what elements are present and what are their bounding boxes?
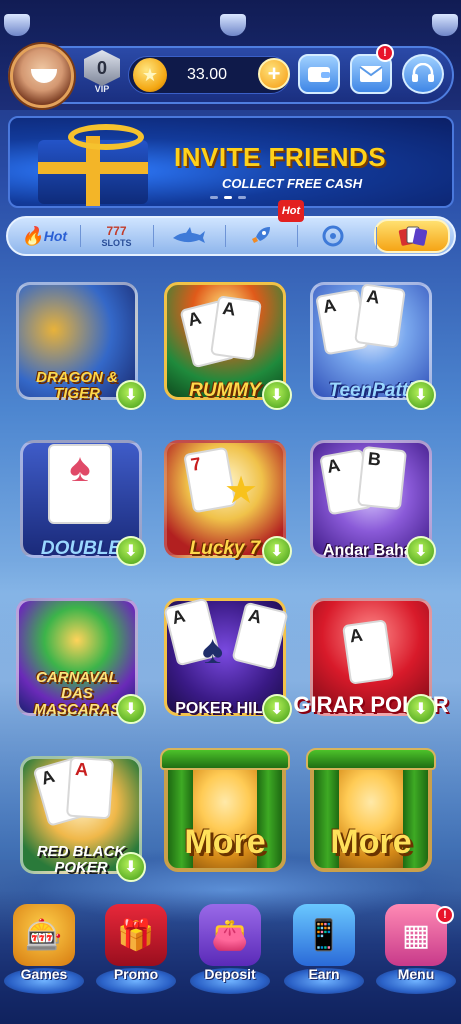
wallet-button[interactable] [298,54,340,94]
game-title: More [184,823,266,861]
invite-banner[interactable]: INVITE FRIENDS COLLECT FREE CASH [8,116,454,208]
rocket-icon [252,227,271,243]
download-icon[interactable]: ⬇ [116,694,146,724]
download-icon[interactable]: ⬇ [406,380,436,410]
download-icon[interactable]: ⬇ [262,380,292,410]
game-title: TeenPatti [328,380,414,401]
support-button[interactable] [402,54,444,94]
headset-icon [412,63,434,82]
game-title: Lucky 7 [189,538,261,559]
tab-wheel[interactable] [297,219,369,253]
category-tabs: 🔥 Hot 777 SLOTS [6,216,456,256]
download-icon[interactable]: ⬇ [406,536,436,566]
nav-label: Promo [113,966,159,982]
download-icon[interactable]: ⬇ [262,536,292,566]
download-icon[interactable]: ⬇ [262,694,292,724]
card-b-icon: B [356,445,408,511]
tab-hot-label: Hot [43,228,68,244]
nav-label: Deposit [204,966,256,982]
star-icon: ★ [224,470,259,512]
curtain-top [160,748,290,770]
vip-level: 0 [84,50,120,86]
stage-lamp-icon [220,14,246,36]
card-ace-icon: A [342,619,394,685]
nav-deposit[interactable]: 👛 Deposit [186,900,274,1000]
gift-icon: 🎁 [105,904,167,966]
phone-coins-icon: 📱 [293,904,355,966]
cards-icon [398,226,427,246]
menu-notification-badge: ! [436,906,454,924]
card-ace-icon: A [210,295,262,361]
spade-card-icon: ♠ [48,444,112,524]
game-title: More [330,823,412,861]
banner-subtitle: COLLECT FREE CASH [222,176,363,191]
banner-pagination [210,196,246,199]
tab-slots-label: SLOTS [101,238,132,248]
game-title: Andar Bahar [322,542,420,559]
wheel-icon [322,225,344,247]
avatar-smile [31,69,57,83]
spade-icon: ♠ [202,628,224,672]
gift-bow-icon [68,124,144,150]
add-funds-button[interactable]: + [258,58,290,90]
game-title: RUMMY [189,380,261,401]
download-icon[interactable]: ⬇ [116,852,146,882]
pagination-dot[interactable] [210,196,218,199]
pagination-dot-active[interactable] [224,196,232,199]
wallet-icon: 👛 [199,904,261,966]
avatar[interactable] [10,44,74,108]
nav-label: Games [20,966,68,982]
nav-label: Menu [397,966,435,982]
tab-fishing[interactable] [152,219,225,253]
vip-badge[interactable]: 0 VIP [82,50,122,102]
download-icon[interactable]: ⬇ [116,536,146,566]
game-tile-more[interactable]: More [160,748,290,882]
game-title: POKER HILO [175,700,275,717]
balance-value: 33.00 [187,66,228,83]
stage-lamp-icon [4,14,30,36]
slot-machine-icon: 🎰 [13,904,75,966]
tab-hot[interactable]: 🔥 Hot [8,219,80,253]
nav-earn[interactable]: 📱 Earn [280,900,368,1000]
curtain-top [306,748,436,770]
nav-label: Earn [308,966,340,982]
slot-machine-icon: 777 [106,224,127,238]
nav-promo[interactable]: 🎁 Promo [92,900,180,1000]
card-ace-icon: A [65,756,115,820]
banner-title: INVITE FRIENDS [174,142,387,172]
wallet-icon [308,67,330,82]
nav-games[interactable]: 🎰 Games [0,900,88,1000]
pagination-dot[interactable] [238,196,246,199]
tab-slots[interactable]: 777 SLOTS [80,219,152,253]
stage-lamp-icon [432,14,458,36]
star-coin-icon: ★ [133,58,167,92]
hot-badge: Hot [278,200,304,222]
mail-notification-badge: ! [376,44,394,62]
download-icon[interactable]: ⬇ [406,694,436,724]
flame-icon: 🔥 [21,225,44,246]
game-tile-more[interactable]: More [306,748,436,882]
shark-icon [172,227,205,243]
card-ace-icon: A [354,283,406,349]
tab-crash[interactable] [224,219,297,253]
tab-cards[interactable] [373,219,450,253]
game-title: DOUBLE [40,538,122,559]
mail-icon [359,66,383,82]
download-icon[interactable]: ⬇ [116,380,146,410]
gift-box-icon [38,136,148,206]
